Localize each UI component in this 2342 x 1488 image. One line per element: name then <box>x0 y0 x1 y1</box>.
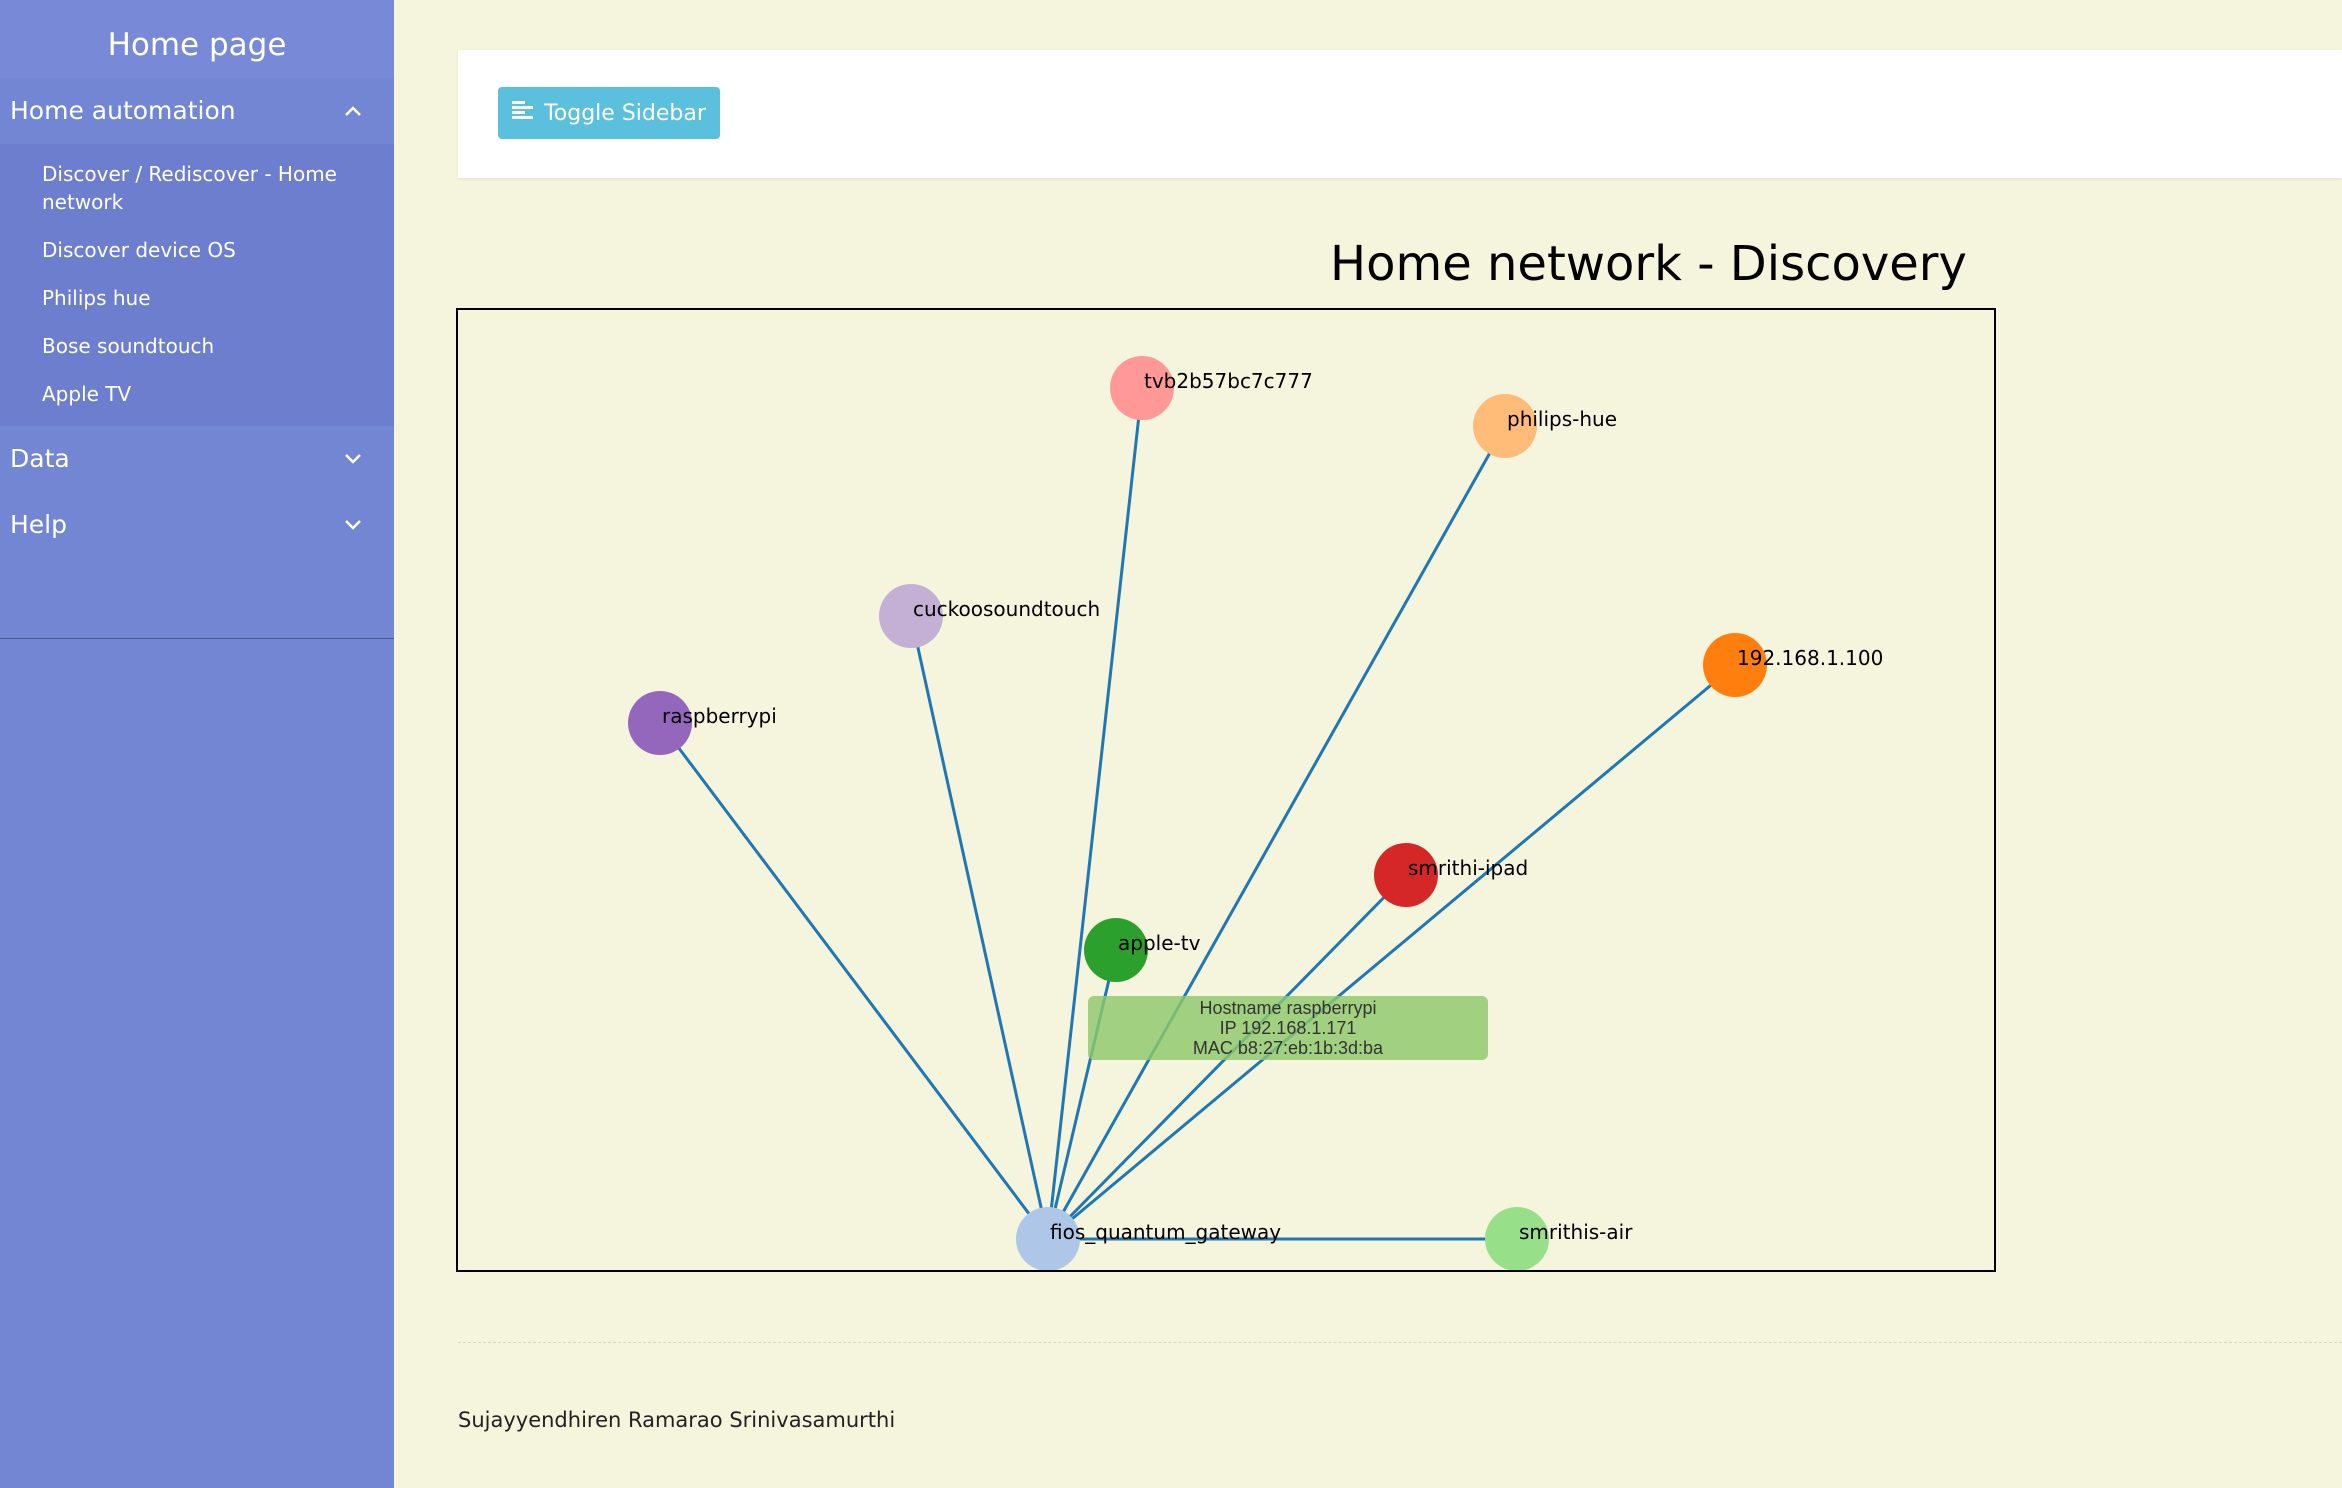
sidebar-item-discover-device-os[interactable]: Discover device OS <box>0 226 394 274</box>
chevron-down-icon <box>338 492 368 558</box>
sidebar-submenu-home-automation: Discover / Rediscover - Home network Dis… <box>0 144 394 426</box>
node-label: apple-tv <box>1118 931 1201 955</box>
link-tvb2b57bc7c777 <box>1046 387 1144 1240</box>
links <box>658 387 1736 1241</box>
node-label: tvb2b57bc7c777 <box>1144 369 1313 393</box>
link-apple-tv <box>1046 949 1118 1240</box>
sidebar-group-help[interactable]: Help <box>0 492 394 558</box>
tooltip-mac: MAC b8:27:eb:1b:3d:ba <box>1192 1038 1384 1058</box>
footer-author: Sujayyendhiren Ramarao Srinivasamurthi <box>458 1408 896 1432</box>
node-apple-tv[interactable]: apple-tv <box>1084 918 1201 982</box>
sidebar-item-philips-hue[interactable]: Philips hue <box>0 274 394 322</box>
node-fios_quantum_gateway[interactable]: fios_quantum_gateway <box>1016 1207 1281 1270</box>
toggle-sidebar-label: Toggle Sidebar <box>544 100 706 126</box>
node-smrithis-air[interactable]: smrithis-air <box>1485 1207 1633 1270</box>
node-raspberrypi[interactable]: raspberrypi <box>628 691 777 755</box>
node-192.168.1.100[interactable]: 192.168.1.100 <box>1703 633 1883 697</box>
sidebar-group-home-automation[interactable]: Home automation <box>0 78 394 144</box>
link-philips-hue <box>1046 425 1507 1240</box>
sidebar-item-bose-soundtouch[interactable]: Bose soundtouch <box>0 322 394 370</box>
page-title: Home network - Discovery <box>1330 236 1967 292</box>
node-philips-hue[interactable]: philips-hue <box>1473 394 1617 458</box>
sidebar: Home page Home automation Discover / Red… <box>0 0 394 1488</box>
node-cuckoosoundtouch[interactable]: cuckoosoundtouch <box>879 584 1100 648</box>
sidebar-group-data[interactable]: Data <box>0 426 394 492</box>
node-label: philips-hue <box>1507 407 1617 431</box>
sidebar-group-label: Home automation <box>10 96 236 125</box>
node-smrithi-ipad[interactable]: smrithi-ipad <box>1374 843 1528 907</box>
sidebar-item-apple-tv[interactable]: Apple TV <box>0 370 394 418</box>
node-tooltip: Hostname raspberrypi IP 192.168.1.171 MA… <box>1088 996 1488 1060</box>
top-navbar: Toggle Sidebar <box>458 50 2342 178</box>
sidebar-divider <box>0 638 394 639</box>
footer-divider <box>458 1342 2342 1343</box>
tooltip-ip: IP 192.168.1.171 <box>1219 1018 1357 1038</box>
node-label: 192.168.1.100 <box>1737 646 1883 670</box>
node-label: smrithis-air <box>1519 1220 1633 1244</box>
node-tvb2b57bc7c777[interactable]: tvb2b57bc7c777 <box>1110 356 1313 420</box>
sidebar-group-label: Data <box>10 444 70 473</box>
sidebar-item-discover-home-network[interactable]: Discover / Rediscover - Home network <box>0 150 394 226</box>
node-label: raspberrypi <box>662 704 777 728</box>
sidebar-group-label: Help <box>10 510 67 539</box>
node-label: cuckoosoundtouch <box>913 597 1100 621</box>
align-left-icon <box>512 100 534 126</box>
network-graph-canvas: tvb2b57bc7c777 philips-hue cuckoosoundtouc… <box>628 356 1883 1270</box>
chevron-down-icon <box>338 426 368 492</box>
sidebar-title[interactable]: Home page <box>0 0 394 78</box>
node-label: fios_quantum_gateway <box>1050 1220 1281 1244</box>
network-graph: tvb2b57bc7c777 philips-hue cuckoosoundtouc… <box>456 308 1996 1272</box>
tooltip-hostname: Hostname raspberrypi <box>1199 998 1377 1018</box>
node-label: smrithi-ipad <box>1408 856 1528 880</box>
chevron-up-icon <box>338 78 368 144</box>
toggle-sidebar-button[interactable]: Toggle Sidebar <box>498 87 720 139</box>
